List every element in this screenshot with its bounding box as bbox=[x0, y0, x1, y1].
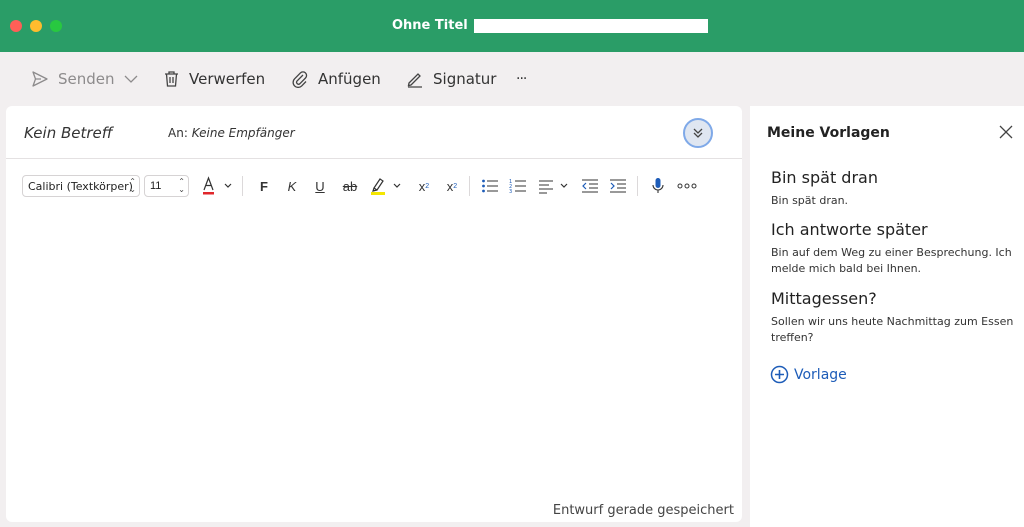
bullet-list-button[interactable] bbox=[479, 175, 501, 197]
subscript-button[interactable]: x2 bbox=[441, 175, 463, 197]
template-title: Bin spät dran bbox=[771, 168, 878, 187]
title-redaction bbox=[474, 19, 708, 33]
more-label: ··· bbox=[516, 71, 527, 87]
header-divider bbox=[6, 158, 742, 159]
decrease-indent-button[interactable] bbox=[579, 175, 601, 197]
minimize-window-button[interactable] bbox=[30, 20, 42, 32]
font-color-icon bbox=[203, 176, 232, 195]
pen-signature-icon bbox=[407, 73, 422, 88]
outdent-icon bbox=[582, 179, 598, 193]
underline-button[interactable]: U bbox=[311, 175, 329, 197]
main-toolbar: Senden Verwerfen Anfügen Signatur ··· bbox=[0, 52, 1024, 106]
font-size-value: 11 bbox=[150, 180, 162, 192]
indent-icon bbox=[610, 179, 626, 193]
title-bar: Ohne Titel • bbox=[0, 0, 1024, 52]
template-body: Bin spät dran. bbox=[771, 194, 849, 207]
highlighter-icon bbox=[371, 178, 401, 195]
template-title: Ich antworte später bbox=[771, 220, 928, 239]
more-button[interactable]: ··· bbox=[516, 68, 527, 90]
format-toolbar: Calibri (Textkörper) ⌃⌄ 11 ⌃⌄ F K U ab bbox=[22, 174, 732, 200]
send-button[interactable]: Senden bbox=[31, 68, 115, 90]
send-icon bbox=[32, 71, 48, 87]
align-left-icon bbox=[539, 180, 568, 194]
template-item[interactable]: Mittagessen? Sollen wir uns heute Nachmi… bbox=[771, 289, 1016, 346]
add-template-button[interactable]: Vorlage bbox=[770, 365, 847, 384]
close-icon bbox=[999, 125, 1013, 139]
more-format-button[interactable] bbox=[676, 175, 698, 197]
add-template-label: Vorlage bbox=[794, 366, 847, 383]
chevron-down-icon bbox=[124, 75, 138, 83]
double-chevron-down-icon bbox=[693, 128, 703, 138]
numbered-list-icon: 1 2 3 bbox=[509, 179, 526, 194]
highlight-button[interactable] bbox=[369, 175, 405, 197]
numbered-list-button[interactable]: 1 2 3 bbox=[507, 175, 529, 197]
plus-circle-icon bbox=[770, 365, 789, 384]
draft-status: Entwurf gerade gespeichert bbox=[552, 503, 734, 518]
template-title: Mittagessen? bbox=[771, 289, 877, 308]
template-item[interactable]: Bin spät dran Bin spät dran. bbox=[771, 168, 1016, 209]
attach-label: Anfügen bbox=[318, 70, 381, 88]
discard-button[interactable]: Verwerfen bbox=[163, 68, 265, 90]
to-label: An: bbox=[168, 126, 188, 140]
toolbar-separator bbox=[242, 176, 243, 196]
updown-icon: ⌃ ⌄ bbox=[129, 177, 136, 194]
send-options-button[interactable] bbox=[124, 68, 147, 90]
toolbar-separator bbox=[469, 176, 470, 196]
updown-icon: ⌃ ⌄ bbox=[178, 177, 185, 194]
trash-icon bbox=[165, 71, 178, 87]
template-body: Bin auf dem Weg zu einer Besprechung. Ic… bbox=[771, 246, 1012, 275]
subject-input[interactable]: Kein Betreff bbox=[24, 124, 113, 142]
microphone-icon bbox=[652, 178, 664, 193]
close-window-button[interactable] bbox=[10, 20, 22, 32]
signature-label: Signatur bbox=[433, 70, 497, 88]
to-field[interactable]: An: Keine Empfänger bbox=[168, 126, 295, 140]
dictate-button[interactable] bbox=[648, 175, 668, 197]
svg-text:3: 3 bbox=[509, 189, 512, 194]
paperclip-icon bbox=[292, 71, 308, 88]
font-family-value: Calibri (Textkörper) bbox=[28, 180, 133, 193]
strikethrough-button[interactable]: ab bbox=[339, 175, 361, 197]
send-label: Senden bbox=[58, 70, 115, 88]
to-placeholder: Keine Empfänger bbox=[191, 126, 295, 140]
increase-indent-button[interactable] bbox=[607, 175, 629, 197]
bold-button[interactable]: F bbox=[255, 175, 273, 197]
template-item[interactable]: Ich antworte später Bin auf dem Weg zu e… bbox=[771, 220, 1016, 277]
attach-button[interactable]: Anfügen bbox=[291, 68, 381, 90]
more-options-icon bbox=[677, 183, 697, 189]
window-title: Ohne Titel • bbox=[392, 18, 481, 33]
compose-pane: Kein Betreff An: Keine Empfänger Calibri… bbox=[6, 106, 742, 522]
close-panel-button[interactable] bbox=[998, 124, 1014, 140]
superscript-button[interactable]: x2 bbox=[413, 175, 435, 197]
panel-title: Meine Vorlagen bbox=[767, 125, 890, 141]
templates-panel: Meine Vorlagen Bin spät dran Bin spät dr… bbox=[750, 106, 1024, 527]
toolbar-separator bbox=[637, 176, 638, 196]
align-button[interactable] bbox=[537, 175, 571, 197]
template-body: Sollen wir uns heute Nachmittag zum Esse… bbox=[771, 315, 1014, 344]
font-size-select[interactable]: 11 ⌃ ⌄ bbox=[144, 175, 189, 197]
zoom-window-button[interactable] bbox=[50, 20, 62, 32]
discard-label: Verwerfen bbox=[189, 70, 266, 88]
signature-button[interactable]: Signatur bbox=[406, 68, 496, 90]
font-color-button[interactable] bbox=[200, 175, 234, 197]
font-family-select[interactable]: Calibri (Textkörper) ⌃ ⌄ bbox=[22, 175, 140, 197]
bullet-list-icon bbox=[482, 179, 498, 193]
italic-button[interactable]: K bbox=[283, 175, 301, 197]
expand-header-button[interactable] bbox=[683, 118, 713, 148]
